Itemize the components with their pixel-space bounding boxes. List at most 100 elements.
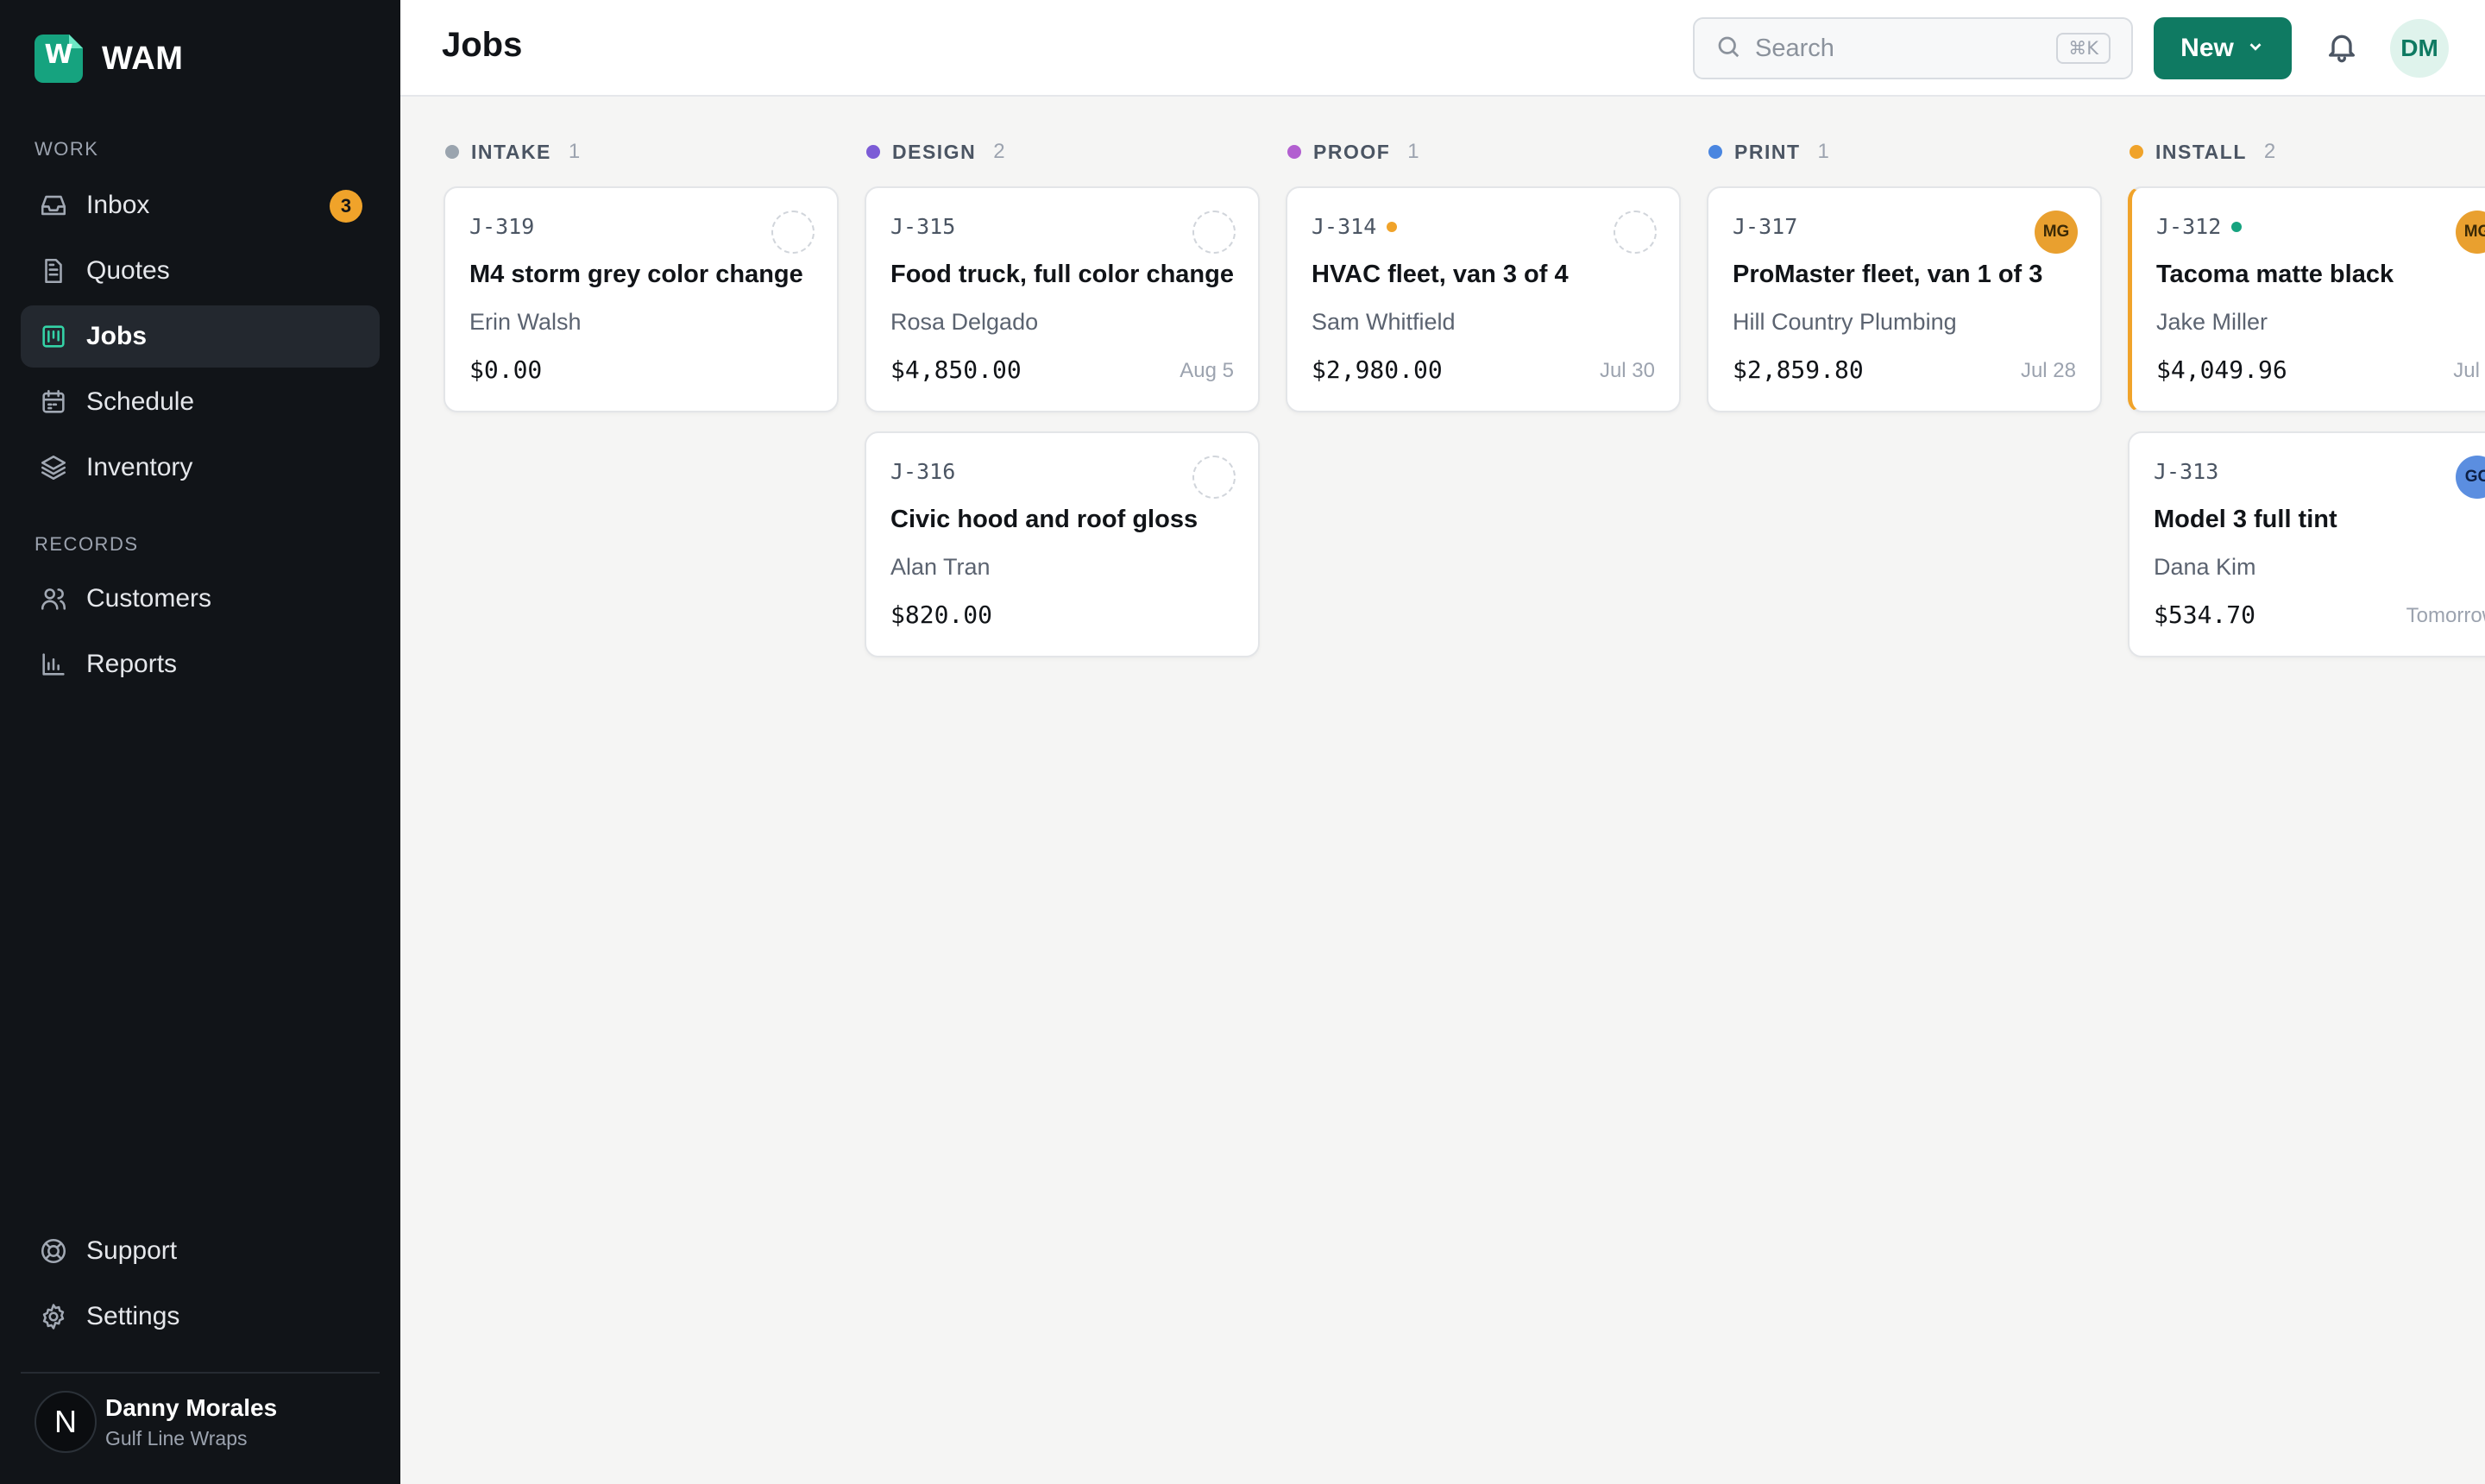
- sidebar-item-jobs[interactable]: Jobs: [21, 305, 380, 368]
- job-id: J-313: [2154, 459, 2219, 484]
- job-card[interactable]: J-319 M4 storm grey color change Erin Wa…: [444, 186, 839, 412]
- unassigned-avatar[interactable]: [771, 211, 815, 254]
- chevron-down-icon: [2246, 34, 2265, 63]
- column-header-design: DESIGN 2: [866, 136, 1005, 167]
- job-card[interactable]: J-316 Civic hood and roof gloss Alan Tra…: [865, 431, 1260, 657]
- job-customer: Erin Walsh: [469, 309, 582, 335]
- sidebar-item-quotes[interactable]: Quotes: [21, 240, 380, 302]
- sidebar-item-label: Inbox: [86, 191, 150, 219]
- user-name: Danny Morales: [105, 1393, 278, 1421]
- column-name: DESIGN: [892, 140, 977, 163]
- wam-logo-icon: W: [35, 35, 83, 83]
- job-title: HVAC fleet, van 3 of 4: [1312, 261, 1569, 288]
- app-name: WAM: [102, 40, 184, 77]
- job-customer: Hill Country Plumbing: [1733, 309, 1957, 335]
- sidebar-item-label: Inventory: [86, 453, 193, 481]
- column-color-dot: [1708, 145, 1722, 159]
- sidebar-item-inbox[interactable]: Inbox 3: [21, 174, 380, 236]
- sidebar-item-support[interactable]: Support: [21, 1220, 380, 1282]
- unassigned-avatar[interactable]: [1192, 211, 1236, 254]
- bell-icon: [2325, 35, 2359, 67]
- sidebar-item-inventory[interactable]: Inventory: [21, 437, 380, 499]
- job-amount: $4,850.00: [890, 355, 1022, 384]
- job-customer: Jake Miller: [2156, 309, 2268, 335]
- sidebar-item-label: Schedule: [86, 387, 195, 416]
- job-amount: $820.00: [890, 601, 993, 629]
- sidebar-divider: [21, 1372, 380, 1374]
- sidebar-item-settings[interactable]: Settings: [21, 1286, 380, 1348]
- new-button-label: New: [2180, 34, 2234, 62]
- job-id: J-315: [890, 214, 956, 239]
- bar-chart-icon: [38, 649, 69, 680]
- sidebar-item-label: Customers: [86, 584, 212, 613]
- column-name: PRINT: [1734, 140, 1801, 163]
- job-id: J-316: [890, 459, 956, 484]
- column-name: INSTALL: [2155, 140, 2247, 163]
- column-color-dot: [2130, 145, 2143, 159]
- sidebar: W WAM WORK Inbox 3 Quotes Jobs Schedule …: [0, 0, 400, 1484]
- status-dot: [2231, 221, 2243, 232]
- job-amount: $534.70: [2154, 601, 2256, 629]
- unassigned-avatar[interactable]: [1614, 211, 1657, 254]
- document-icon: [38, 255, 69, 286]
- column-header-proof: PROOF 1: [1287, 136, 1419, 167]
- brand[interactable]: W WAM: [35, 35, 183, 83]
- assignee-avatar[interactable]: MG: [2035, 211, 2078, 254]
- job-card[interactable]: J-315 Food truck, full color change Rosa…: [865, 186, 1260, 412]
- job-card[interactable]: J-317 MG ProMaster fleet, van 1 of 3 Hil…: [1707, 186, 2102, 412]
- column-color-dot: [1287, 145, 1301, 159]
- search-shortcut-hint: ⌘K: [2056, 33, 2111, 64]
- avatar: N: [35, 1391, 97, 1453]
- job-id: J-312: [2156, 214, 2222, 239]
- assignee-avatar[interactable]: MG: [2456, 211, 2485, 254]
- job-id: J-319: [469, 214, 535, 239]
- job-amount: $2,980.00: [1312, 355, 1443, 384]
- sidebar-item-customers[interactable]: Customers: [21, 568, 380, 630]
- sidebar-item-reports[interactable]: Reports: [21, 633, 380, 695]
- users-icon: [38, 583, 69, 614]
- new-button[interactable]: New: [2154, 17, 2292, 79]
- search-placeholder: Search: [1755, 34, 1834, 62]
- job-title: M4 storm grey color change: [469, 261, 803, 288]
- job-amount: $2,859.80: [1733, 355, 1864, 384]
- column-count: 1: [1817, 140, 1829, 163]
- search-input[interactable]: Search ⌘K: [1693, 17, 2133, 79]
- calendar-icon: [38, 387, 69, 418]
- job-customer: Sam Whitfield: [1312, 309, 1456, 335]
- kanban-icon: [38, 321, 69, 352]
- user-avatar-button[interactable]: DM: [2390, 19, 2449, 78]
- sidebar-item-label: Quotes: [86, 256, 170, 285]
- job-card[interactable]: J-314 HVAC fleet, van 3 of 4 Sam Whitfie…: [1286, 186, 1681, 412]
- column-name: PROOF: [1313, 140, 1391, 163]
- layers-icon: [38, 452, 69, 483]
- job-customer: Alan Tran: [890, 554, 991, 580]
- job-due-date: Jul 30: [1599, 359, 1655, 382]
- sidebar-item-label: Support: [86, 1236, 178, 1265]
- search-icon: [1715, 34, 1741, 64]
- inbox-icon: [38, 190, 69, 221]
- column-header-print: PRINT 1: [1708, 136, 1829, 167]
- user-org: Gulf Line Wraps: [105, 1426, 248, 1449]
- lifebuoy-icon: [38, 1236, 69, 1267]
- notifications-button[interactable]: [2325, 29, 2362, 67]
- job-amount: $0.00: [469, 355, 543, 384]
- sidebar-item-label: Reports: [86, 650, 178, 678]
- topbar: Jobs Search ⌘K New DM: [400, 0, 2485, 97]
- job-title: Model 3 full tint: [2154, 506, 2337, 533]
- column-header-install: INSTALL 2: [2130, 136, 2275, 167]
- job-id: J-314: [1312, 214, 1377, 239]
- assignee-avatar[interactable]: GC: [2456, 456, 2485, 499]
- unassigned-avatar[interactable]: [1192, 456, 1236, 499]
- job-due-date: Tomorrow: [2406, 604, 2485, 627]
- column-count: 1: [1407, 140, 1419, 163]
- sidebar-item-schedule[interactable]: Schedule: [21, 371, 380, 433]
- job-customer: Dana Kim: [2154, 554, 2256, 580]
- account-switcher[interactable]: N Danny Morales Gulf Line Wraps: [35, 1391, 277, 1453]
- sidebar-item-label: Settings: [86, 1302, 180, 1330]
- gear-icon: [38, 1301, 69, 1332]
- job-card[interactable]: J-313 GC Model 3 full tint Dana Kim $534…: [2128, 431, 2485, 657]
- job-title: ProMaster fleet, van 1 of 3: [1733, 261, 2043, 288]
- column-color-dot: [445, 145, 459, 159]
- job-card[interactable]: J-312 MG Tacoma matte black Jake Miller …: [2128, 186, 2485, 412]
- column-color-dot: [866, 145, 880, 159]
